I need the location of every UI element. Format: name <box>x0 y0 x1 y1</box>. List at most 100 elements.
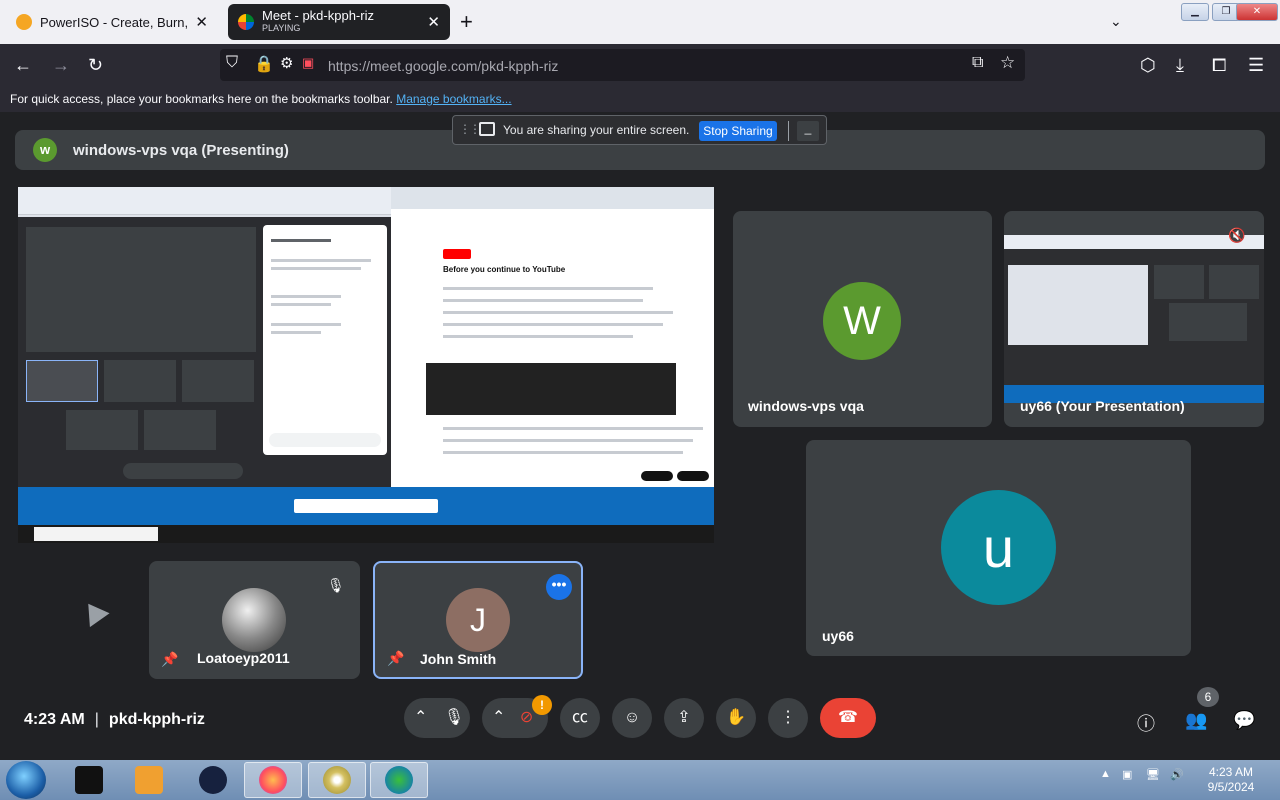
taskbar-firefox[interactable] <box>244 762 302 798</box>
network-icon[interactable]: 🖥 <box>1146 768 1160 781</box>
shield-icon[interactable]: ⛉ <box>226 54 238 72</box>
shared-taskbar <box>18 525 714 543</box>
shared-onscreen-keyboard <box>426 363 676 415</box>
system-clock[interactable]: 4:23 AM 9/5/2024 <box>1196 765 1266 795</box>
download-icon[interactable]: ⤓ <box>1176 55 1184 76</box>
taskbar-poweriso[interactable] <box>308 762 366 798</box>
shared-youtube-window: Before you continue to YouTube <box>391 187 714 487</box>
back-arrow-icon[interactable]: ← <box>14 55 32 76</box>
tab-title: Meet - pkd-kpph-riz <box>262 9 374 23</box>
extensions-icon[interactable]: ⧠ <box>1212 55 1226 76</box>
minimize-window-button[interactable]: ▁ <box>1181 3 1209 21</box>
shared-text-line <box>271 331 321 334</box>
people-icon[interactable]: 👥 <box>1185 710 1207 731</box>
shared-controls <box>123 463 243 479</box>
shared-chat-input <box>269 433 381 447</box>
participant-tile-uy66-presentation[interactable]: 🔇 uy66 (Your Presentation) <box>1004 211 1264 427</box>
pocket-icon[interactable]: ⬡ <box>1140 55 1156 76</box>
leave-call-button[interactable]: ☎ <box>820 698 876 738</box>
menu-icon[interactable]: ☰ <box>1248 55 1264 76</box>
pin-icon[interactable]: 📌 <box>387 650 404 667</box>
volume-icon[interactable]: 🔊 <box>1170 768 1184 781</box>
lock-icon[interactable]: 🔒 <box>254 54 274 74</box>
browser-tab-bar: PowerISO - Create, Burn, Moun ✕ Meet - p… <box>0 0 1280 44</box>
camera-off-icon[interactable]: ⊘ <box>520 709 533 726</box>
shared-text-line <box>443 299 643 302</box>
more-options-icon[interactable]: ••• <box>546 574 572 600</box>
permissions-icon[interactable]: ⚙ <box>280 54 293 72</box>
shared-desktop <box>18 487 714 525</box>
close-tab-icon[interactable]: ✕ <box>427 13 440 31</box>
tray-expand-icon[interactable]: ▲ <box>1100 768 1111 780</box>
emoji-button[interactable]: ☺ <box>612 698 652 738</box>
captions-button[interactable]: ㏄ <box>560 698 600 738</box>
reader-view-icon[interactable]: ⧉ <box>972 54 983 72</box>
globe-app-icon <box>199 766 227 794</box>
chevron-down-icon[interactable]: ⌄ <box>1110 13 1122 30</box>
participant-name: uy66 <box>822 628 854 644</box>
audio-options-chevron-icon[interactable]: ⌃ <box>414 709 427 726</box>
video-options-chevron-icon[interactable]: ⌃ <box>492 709 505 726</box>
present-screen-icon: ⇪ <box>677 709 691 726</box>
shared-browser-window <box>18 187 391 487</box>
shared-tile <box>104 360 176 402</box>
tab-meet[interactable]: Meet - pkd-kpph-riz PLAYING ✕ <box>228 4 450 40</box>
media-player-icon <box>135 766 163 794</box>
bookmark-star-icon[interactable]: ☆ <box>1000 53 1015 73</box>
participant-tile-uy66[interactable]: u uy66 <box>806 440 1191 656</box>
clock-date: 9/5/2024 <box>1207 780 1255 794</box>
shared-chat-panel <box>263 225 387 455</box>
taskbar-app-1[interactable] <box>60 762 118 798</box>
divider <box>788 121 789 141</box>
participant-avatar: u <box>941 490 1056 605</box>
tray-app-icon[interactable]: ▣ <box>1122 768 1132 781</box>
preview-screen <box>1008 265 1148 345</box>
microphone-icon[interactable]: 🎙 <box>444 709 464 726</box>
shared-text-line <box>443 451 683 454</box>
shared-text-line <box>271 267 361 270</box>
shared-text-line <box>443 323 663 326</box>
participant-tile-windows-vps[interactable]: W windows-vps vqa <box>733 211 992 427</box>
shared-tile <box>144 410 216 450</box>
taskbar-app-2[interactable] <box>120 762 178 798</box>
download-manager-icon <box>385 766 413 794</box>
shared-text-line <box>271 303 331 306</box>
firefox-icon <box>259 766 287 794</box>
shared-accept-button <box>677 471 709 481</box>
participant-tile-john-smith[interactable]: J ••• 📌 John Smith <box>373 561 583 679</box>
forward-arrow-icon[interactable]: → <box>52 55 70 76</box>
screen-sharing-bar: ⋮⋮ You are sharing your entire screen. S… <box>452 115 827 145</box>
minimize-sharing-bar-button[interactable]: _ <box>797 121 819 141</box>
reload-icon[interactable]: ↻ <box>88 55 103 76</box>
pin-icon[interactable]: 📌 <box>161 651 178 668</box>
participant-tile-loatoeyp2011[interactable]: 🎙 📌 Loatoeyp2011 <box>149 561 360 679</box>
new-tab-icon[interactable]: + <box>460 9 473 35</box>
muted-icon: 🔇 <box>1228 227 1246 243</box>
meeting-details-info-icon[interactable]: ⓘ <box>1137 710 1155 736</box>
close-tab-icon[interactable]: ✕ <box>195 13 208 31</box>
shared-browser-bar <box>391 187 714 209</box>
presented-screen[interactable]: Before you continue to YouTube <box>18 187 714 543</box>
participant-name: John Smith <box>420 651 497 667</box>
drag-handle-icon[interactable]: ⋮⋮ <box>459 122 481 136</box>
chat-icon[interactable]: 💬 <box>1233 710 1255 731</box>
participant-name: uy66 (Your Presentation) <box>1020 398 1185 414</box>
taskbar-app-6[interactable] <box>370 762 428 798</box>
tab-poweriso[interactable]: PowerISO - Create, Burn, Moun ✕ <box>6 4 218 40</box>
mic-off-icon: 🎙 <box>327 577 345 593</box>
present-button[interactable]: ⇪ <box>664 698 704 738</box>
presenter-avatar: w <box>33 138 57 162</box>
more-options-button[interactable]: ⋮ <box>768 698 808 738</box>
taskbar-app-3[interactable] <box>184 762 242 798</box>
raise-hand-button[interactable]: ✋ <box>716 698 756 738</box>
preview-browser-bar <box>1004 235 1264 249</box>
close-window-button[interactable]: ✕ <box>1236 3 1278 21</box>
screen-share-indicator-icon[interactable]: ▣ <box>302 55 314 71</box>
shared-sharing-bar <box>294 499 438 513</box>
url-bar[interactable]: ⛉ 🔒 ⚙ ▣ https://meet.google.com/pkd-kpph… <box>220 49 1025 81</box>
start-button[interactable] <box>6 761 46 799</box>
shared-reject-button <box>641 471 673 481</box>
stop-sharing-button[interactable]: Stop Sharing <box>699 121 777 141</box>
manage-bookmarks-link[interactable]: Manage bookmarks... <box>396 92 511 106</box>
shared-text-line <box>271 323 341 326</box>
